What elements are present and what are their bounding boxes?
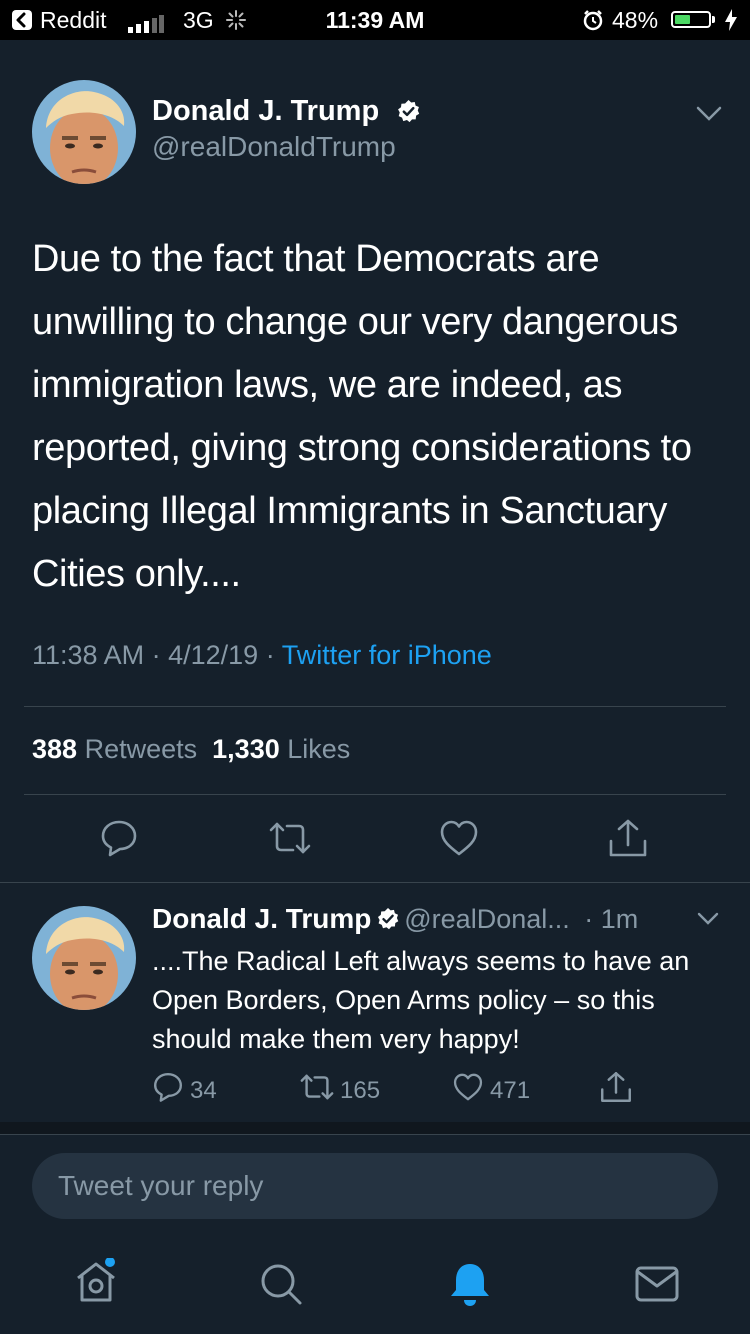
retweets-stat[interactable]: 388 Retweets [32,734,197,764]
tweet-date: 4/12/19 [168,640,259,670]
status-bar: Reddit 3G 11:39 AM 48% [0,0,750,40]
reply-author-handle[interactable]: @realDonal... [404,904,569,934]
like-icon [452,1071,484,1110]
retweet-icon[interactable] [267,818,313,863]
chevron-down-icon[interactable] [697,912,719,931]
reply-count: 34 [190,1076,217,1104]
divider [0,1134,750,1135]
messages-icon[interactable] [634,1264,680,1309]
reply-retweet-button[interactable]: 165 [298,1071,380,1110]
tweet-meta: 11:38 AM · 4/12/19 · Twitter for iPhone [32,640,492,671]
divider [24,706,726,707]
meta-separator: · [151,640,161,670]
tweet-stats: 388 Retweets 1,330 Likes [32,734,350,765]
tweet-text: Due to the fact that Democrats are unwil… [32,238,692,595]
reply-icon [152,1071,184,1110]
notifications-icon[interactable] [447,1260,493,1313]
divider [0,882,750,883]
battery-level [675,15,691,24]
divider [24,794,726,795]
battery-tip [712,16,715,23]
retweets-count: 388 [32,734,78,764]
tab-bar [0,1236,750,1334]
retweet-count: 165 [340,1076,381,1104]
reply-like-button[interactable]: 471 [452,1071,530,1110]
author-avatar[interactable] [32,80,136,184]
reply-reply-button[interactable]: 34 [152,1071,217,1110]
retweets-label: Retweets [84,734,198,764]
reply-input[interactable] [32,1153,718,1219]
likes-label: Likes [287,734,351,764]
search-icon[interactable] [258,1261,304,1312]
verified-badge-icon [396,99,421,129]
like-icon[interactable] [438,818,480,863]
retweet-icon [298,1071,336,1110]
chevron-down-icon[interactable] [696,106,722,127]
home-icon[interactable] [72,1257,120,1311]
reply-author-avatar[interactable] [32,906,136,1010]
likes-count: 1,330 [212,734,280,764]
reply-icon[interactable] [99,818,139,863]
author-handle[interactable]: @realDonaldTrump [152,131,396,163]
verified-badge-icon [376,907,400,936]
meta-separator: · [265,640,275,670]
reply-tweet-text: ....The Radical Left always seems to hav… [152,946,690,1054]
like-count: 471 [490,1076,531,1104]
battery-icon [671,11,711,28]
alarm-icon [582,9,604,37]
tweet-source-link[interactable]: Twitter for iPhone [282,640,492,670]
reply-header: Donald J. Trump @realDonal... · 1m [152,903,638,936]
reply-composer[interactable] [32,1153,718,1219]
share-icon[interactable] [599,1070,633,1109]
reply-age: · 1m [584,904,639,934]
section-gap [0,1122,750,1134]
reply-author-name[interactable]: Donald J. Trump [152,903,371,934]
share-icon[interactable] [607,817,649,864]
charging-bolt-icon [724,9,738,37]
tweet-time: 11:38 AM [32,640,145,670]
battery-percent: 48% [612,7,659,33]
likes-stat[interactable]: 1,330 Likes [212,734,350,764]
author-name[interactable]: Donald J. Trump [152,95,379,128]
